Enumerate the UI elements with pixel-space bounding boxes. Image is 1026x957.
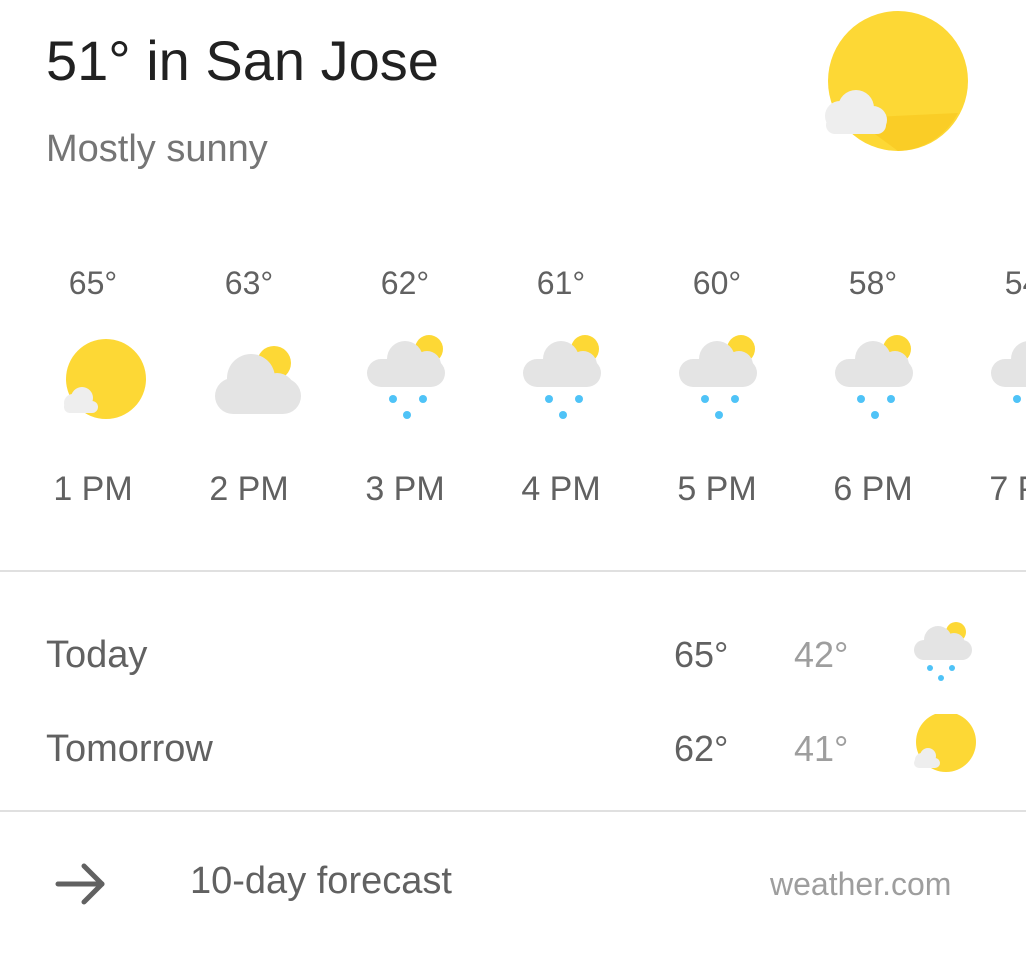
daily-row-tomorrow[interactable]: Tomorrow 62° 41°: [0, 714, 1026, 794]
day-name: Today: [46, 634, 148, 676]
high-temperature: 62°: [674, 728, 729, 769]
rain-sun-icon: [914, 622, 972, 681]
hourly-temperature: 58°: [848, 265, 898, 301]
rain-sun-icon: [679, 335, 757, 419]
mostly-sunny-icon: [64, 339, 146, 419]
rain-sun-icon: [523, 335, 601, 419]
section-divider: [0, 810, 1026, 812]
rain-sun-icon: [367, 335, 445, 419]
hourly-time: 7 PM: [989, 470, 1026, 508]
rain-sun-icon: [835, 335, 913, 419]
low-temperature: 41°: [794, 728, 849, 769]
location-temperature-title: 51° in San Jose: [46, 29, 439, 92]
hourly-time: 1 PM: [53, 470, 133, 508]
hourly-temperature: 65°: [68, 265, 118, 301]
section-divider: [0, 570, 1026, 572]
hourly-item[interactable]: 54° 7 PM: [949, 255, 1026, 545]
current-condition: Mostly sunny: [46, 128, 268, 170]
hourly-time: 4 PM: [521, 470, 601, 508]
hourly-item[interactable]: 65° 1 PM: [13, 255, 173, 545]
daily-row-today[interactable]: Today 65° 42°: [0, 620, 1026, 700]
ten-day-forecast-link[interactable]: 10-day forecast weather.com: [0, 830, 1026, 940]
hourly-item[interactable]: 63° 2 PM: [169, 255, 329, 545]
mostly-sunny-icon: [914, 714, 976, 772]
ten-day-forecast-label: 10-day forecast: [190, 860, 452, 902]
hourly-item[interactable]: 61° 4 PM: [481, 255, 641, 545]
hourly-item[interactable]: 62° 3 PM: [325, 255, 485, 545]
weather-card[interactable]: 51° in San Jose Mostly sunny 65° 1 PM 63…: [0, 0, 1026, 957]
hourly-temperature: 62°: [380, 265, 430, 301]
hourly-time: 2 PM: [209, 470, 289, 508]
arrow-right-icon: [55, 863, 105, 905]
high-temperature: 65°: [674, 634, 729, 675]
hourly-time: 6 PM: [833, 470, 913, 508]
partly-cloudy-icon: [215, 346, 301, 414]
rain-icon: [991, 341, 1026, 403]
day-name: Tomorrow: [46, 728, 213, 770]
hourly-time: 3 PM: [365, 470, 445, 508]
hourly-temperature: 54°: [1004, 265, 1026, 301]
hourly-item[interactable]: 60° 5 PM: [637, 255, 797, 545]
hourly-time: 5 PM: [677, 470, 757, 508]
hourly-temperature: 63°: [224, 265, 274, 301]
hourly-forecast[interactable]: 65° 1 PM 63° 2 PM 62° 3 PM 61° 4 PM 60° …: [0, 255, 1026, 545]
weather-source-link[interactable]: weather.com: [770, 866, 951, 903]
mostly-sunny-icon: [825, 11, 968, 151]
low-temperature: 42°: [794, 634, 849, 675]
hourly-temperature: 60°: [692, 265, 742, 301]
hourly-temperature: 61°: [536, 265, 586, 301]
hourly-item[interactable]: 58° 6 PM: [793, 255, 953, 545]
